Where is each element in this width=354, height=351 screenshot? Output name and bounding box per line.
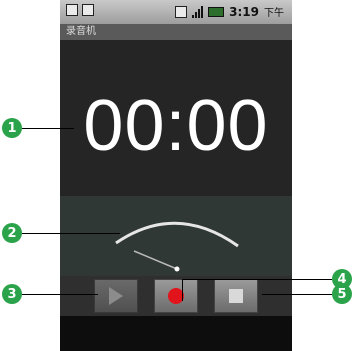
screen-bottom	[60, 316, 292, 351]
app-title: 录音机	[60, 24, 292, 40]
callout-2: 2	[2, 223, 22, 243]
callout-3: 3	[2, 284, 22, 304]
callout-1: 1	[2, 118, 22, 138]
clock-ampm: 下午	[264, 8, 284, 19]
clock-time: 3:19	[229, 4, 259, 19]
timer-panel: 00:00	[60, 40, 292, 196]
meter-needle	[133, 250, 178, 270]
signal-icon	[192, 5, 204, 18]
callout-5-leader	[262, 294, 332, 295]
control-bar	[60, 276, 292, 316]
data-icon	[175, 5, 188, 18]
timer-display: 00:00	[83, 86, 269, 166]
play-icon	[109, 287, 123, 305]
record-button[interactable]	[154, 279, 198, 313]
callout-4-leader	[182, 279, 332, 280]
notification-icon	[66, 4, 78, 16]
callout-5: 5	[332, 284, 352, 304]
callout-3-leader	[22, 294, 98, 295]
callout-1-leader	[22, 128, 74, 129]
callout-2-leader	[22, 233, 120, 234]
notification-icon-2	[82, 4, 94, 16]
stop-button[interactable]	[214, 279, 258, 313]
meter-arc	[115, 221, 239, 248]
play-button[interactable]	[94, 279, 138, 313]
stop-icon	[229, 289, 243, 303]
phone-screen: 3:19 下午 录音机 00:00	[60, 0, 292, 351]
meter-pivot	[174, 266, 180, 272]
system-status: 3:19 下午	[175, 4, 284, 19]
notification-icons	[66, 4, 94, 16]
callout-4-leader-down	[182, 279, 183, 301]
battery-icon	[208, 6, 225, 17]
status-bar: 3:19 下午	[60, 0, 292, 24]
